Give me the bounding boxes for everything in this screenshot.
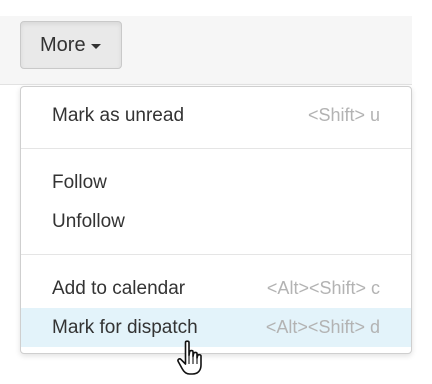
more-button-label: More xyxy=(40,33,86,56)
menu-item-label: Mark as unread xyxy=(52,104,185,126)
menu-divider xyxy=(21,148,411,149)
menu-item-label: Follow xyxy=(52,171,107,193)
dropdown-menu: Mark as unread <Shift> u Follow Unfollow… xyxy=(20,86,412,354)
page: More Mark as unread <Shift> u Follow Unf… xyxy=(0,0,432,384)
menu-item-follow[interactable]: Follow xyxy=(21,163,411,202)
menu-item-label: Mark for dispatch xyxy=(52,316,198,338)
menu-item-mark-as-unread[interactable]: Mark as unread <Shift> u xyxy=(21,96,411,135)
menu-item-shortcut: <Alt><Shift> d xyxy=(265,317,380,337)
menu-item-shortcut: <Alt><Shift> c xyxy=(266,278,380,298)
menu-item-mark-for-dispatch[interactable]: Mark for dispatch <Alt><Shift> d xyxy=(21,308,411,347)
chevron-down-icon xyxy=(90,43,101,49)
menu-item-label: Add to calendar xyxy=(52,277,186,299)
hand-pointer-icon xyxy=(177,340,202,375)
menu-item-label: Unfollow xyxy=(52,210,125,232)
menu-item-shortcut: <Shift> u xyxy=(307,105,380,125)
menu-item-add-to-calendar[interactable]: Add to calendar <Alt><Shift> c xyxy=(21,269,411,308)
more-button[interactable]: More xyxy=(20,21,122,69)
menu-item-unfollow[interactable]: Unfollow xyxy=(21,202,411,241)
menu-divider xyxy=(21,254,411,255)
